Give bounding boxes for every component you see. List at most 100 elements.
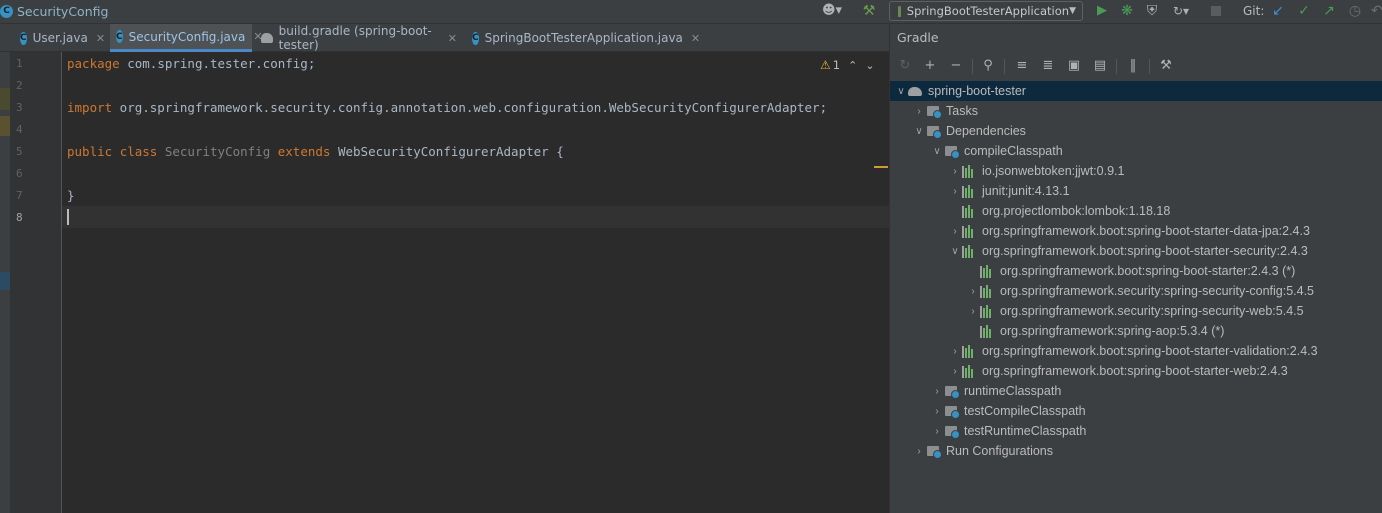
chevron-right-icon[interactable]: › [912,106,926,117]
close-brace: } [67,188,75,203]
tab-build-gradle[interactable]: build.gradle (spring-boot-tester) ✕ [255,24,463,52]
chevron-right-icon[interactable]: › [948,186,962,197]
stop-icon[interactable] [1209,3,1223,19]
tree-item-dependency[interactable]: › junit:junit:4.13.1 [890,181,1382,201]
expand-all-icon[interactable]: ≡ [1014,57,1030,75]
run-icon[interactable]: ▶ [1094,3,1110,19]
tree-label: runtimeClasspath [964,384,1062,398]
collapse-all-icon[interactable]: ≣ [1040,57,1056,75]
close-icon[interactable]: ✕ [448,32,457,45]
git-push-icon[interactable]: ↗ [1321,3,1337,19]
reload-icon[interactable]: ↻ [897,57,913,75]
code-line-3[interactable]: import org.springframework.security.conf… [67,100,827,115]
remove-icon[interactable]: − [948,57,964,75]
tree-item-testruntimeclasspath[interactable]: › testRuntimeClasspath [890,421,1382,441]
chevron-down-icon: ▼ [1069,6,1076,16]
group-modules-icon[interactable]: ▣ [1066,57,1082,75]
tree-item-tasks[interactable]: › Tasks [890,101,1382,121]
chevron-right-icon[interactable]: › [930,426,944,437]
tree-label: junit:junit:4.13.1 [982,184,1070,198]
toolbar-separator [1004,59,1005,74]
profile-icon[interactable]: ↻▾ [1168,3,1194,19]
tree-item-dependency[interactable]: › org.springframework.boot:spring-boot-s… [890,341,1382,361]
chevron-down-icon[interactable]: ⌄ [865,59,874,72]
tree-label: testRuntimeClasspath [964,424,1087,438]
project-tool-strip[interactable] [0,52,10,513]
git-update-icon[interactable]: ↙ [1270,3,1286,19]
git-history-icon[interactable]: ◷ [1347,3,1363,19]
tree-item-dependency[interactable]: org.springframework.boot:spring-boot-sta… [890,261,1382,281]
tree-item-runtimeclasspath[interactable]: › runtimeClasspath [890,381,1382,401]
tree-label: org.springframework.boot:spring-boot-sta… [982,224,1310,238]
tree-item-dependency[interactable]: ∨ org.springframework.boot:spring-boot-s… [890,241,1382,261]
tree-item-dependencies[interactable]: ∨ Dependencies [890,121,1382,141]
git-commit-icon[interactable]: ✓ [1296,3,1312,19]
tab-label: SecurityConfig.java [128,29,246,44]
tree-item-dependency[interactable]: › io.jsonwebtoken:jjwt:0.9.1 [890,161,1382,181]
user-icon[interactable]: ☻▾ [818,3,846,19]
rollback-icon[interactable]: ↶ [1371,3,1382,19]
package-name: com.spring.tester.config; [119,56,316,71]
tree-item-dependency[interactable]: › org.springframework.boot:spring-boot-s… [890,221,1382,241]
close-icon[interactable]: ✕ [691,32,700,45]
strip-marker [0,272,10,290]
scrollbar-warning-marker[interactable] [874,166,888,168]
tree-item-dependency[interactable]: › org.springframework.security:spring-se… [890,301,1382,321]
chevron-right-icon[interactable]: › [948,226,962,237]
line-number-current: 8 [16,211,23,224]
library-icon [962,224,978,238]
toggle-offline-icon[interactable]: ‖ [1125,57,1141,75]
code-editor[interactable]: package com.spring.tester.config; import… [62,52,889,513]
tree-label: org.springframework.boot:spring-boot-sta… [982,364,1288,378]
code-line-7[interactable]: } [67,188,75,203]
breadcrumb[interactable]: C SecurityConfig [0,0,108,22]
tree-label: org.projectlombok:lombok:1.18.18 [982,204,1171,218]
wrench-icon[interactable]: ⚒ [1158,57,1174,75]
chevron-down-icon[interactable]: ∨ [894,86,908,97]
tree-item-dependency[interactable]: › org.springframework.security:spring-se… [890,281,1382,301]
run-configuration-label: SpringBootTesterApplication [906,4,1070,18]
code-line-1[interactable]: package com.spring.tester.config; [67,56,315,71]
debug-icon[interactable]: ❋ [1119,3,1135,19]
tree-item-dependency[interactable]: org.projectlombok:lombok:1.18.18 [890,201,1382,221]
tree-item-project[interactable]: ∨ spring-boot-tester [890,81,1382,101]
chevron-right-icon[interactable]: › [948,366,962,377]
chevron-right-icon[interactable]: › [948,166,962,177]
chevron-down-icon[interactable]: ∨ [930,146,944,157]
tab-securityconfig-java[interactable]: C SecurityConfig.java ✕ [110,24,263,52]
tab-springboottesterapplication-java[interactable]: C SpringBootTesterApplication.java ✕ [466,24,700,52]
chevron-right-icon[interactable]: › [966,306,980,317]
chevron-right-icon[interactable]: › [912,446,926,457]
tree-item-run-configurations[interactable]: › Run Configurations [890,441,1382,461]
code-line-5[interactable]: public class SecurityConfig extends WebS… [67,144,564,159]
tree-item-dependency[interactable]: org.springframework:spring-aop:5.3.4 (*) [890,321,1382,341]
execute-task-icon[interactable]: ⚲ [980,57,996,75]
library-icon [962,164,978,178]
chevron-up-icon[interactable]: ⌃ [848,59,857,72]
chevron-right-icon[interactable]: › [930,406,944,417]
build-hammer-icon[interactable]: ⚒ [860,3,878,19]
coverage-icon[interactable]: ⛨ [1144,3,1160,19]
gradle-toolbar: ↻ + − ⚲ ≡ ≣ ▣ ▤ ‖ ⚒ [890,53,1382,80]
tree-item-dependency[interactable]: › org.springframework.boot:spring-boot-s… [890,361,1382,381]
panel-title: Gradle [897,30,939,45]
add-icon[interactable]: + [922,57,938,75]
chevron-right-icon[interactable]: › [930,386,944,397]
line-number-gutter[interactable]: 1 2 3 4 5 6 7 8 [10,52,62,513]
inspection-widget[interactable]: ⚠ 1 ⌃ ⌄ [820,58,875,72]
chevron-right-icon[interactable]: › [966,286,980,297]
chevron-right-icon[interactable]: › [948,346,962,357]
close-icon[interactable]: ✕ [96,32,105,45]
chevron-down-icon[interactable]: ∨ [948,246,962,257]
tree-item-testcompileclasspath[interactable]: › testCompileClasspath [890,401,1382,421]
folder-icon [926,444,942,459]
git-label: Git: [1243,4,1265,18]
tree-label: spring-boot-tester [928,84,1026,98]
tree-item-compileclasspath[interactable]: ∨ compileClasspath [890,141,1382,161]
run-configuration-select[interactable]: SpringBootTesterApplication ▼ [889,1,1083,21]
tree-label: Dependencies [946,124,1026,138]
library-icon [962,184,978,198]
show-dependencies-icon[interactable]: ▤ [1092,57,1108,75]
tab-user-java[interactable]: C User.java ✕ [14,24,110,52]
chevron-down-icon[interactable]: ∨ [912,126,926,137]
